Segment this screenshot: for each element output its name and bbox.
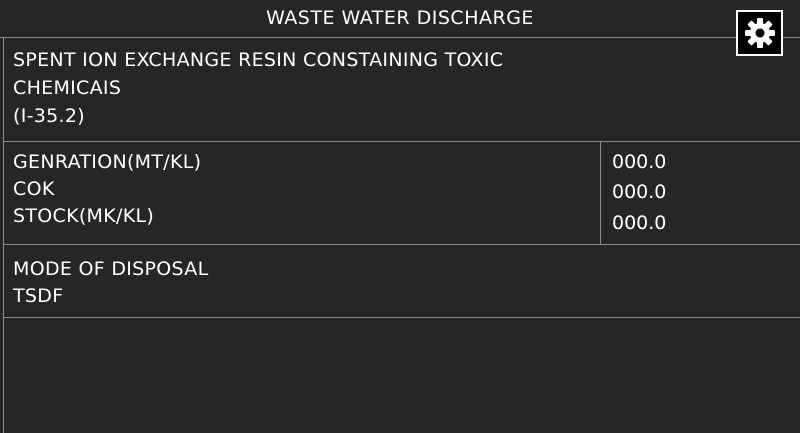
metric-label-stock: STOCK(MK/KL) [13,205,155,227]
metric-value-generation: 000.0 [612,151,667,173]
disposal-section: MODE OF DISPOSAL TSDF [4,245,800,318]
waste-water-screen: WASTE WATER DISCHARGE SPENT ION EXCHANGE… [0,0,800,433]
settings-button[interactable] [736,10,783,56]
chemical-name-line1: SPENT ION EXCHANGE RESIN CONSTAINING TOX… [13,49,504,71]
metric-label-cok: COK [13,178,55,200]
chemical-section: SPENT ION EXCHANGE RESIN CONSTAINING TOX… [4,38,800,142]
metric-value-stock: 000.0 [612,212,667,234]
metrics-column-divider [600,142,601,245]
chemical-code: (I-35.2) [13,105,85,127]
gear-icon [744,18,775,48]
page-title: WASTE WATER DISCHARGE [266,7,534,29]
title-bar: WASTE WATER DISCHARGE [0,0,800,38]
metric-label-generation: GENRATION(MT/KL) [13,151,202,173]
disposal-value: TSDF [13,285,64,307]
disposal-label: MODE OF DISPOSAL [13,258,209,280]
metrics-section: GENRATION(MT/KL) COK STOCK(MK/KL) [4,142,800,245]
chemical-name-line2: CHEMICAIS [13,77,122,99]
metric-value-cok: 000.0 [612,181,667,203]
